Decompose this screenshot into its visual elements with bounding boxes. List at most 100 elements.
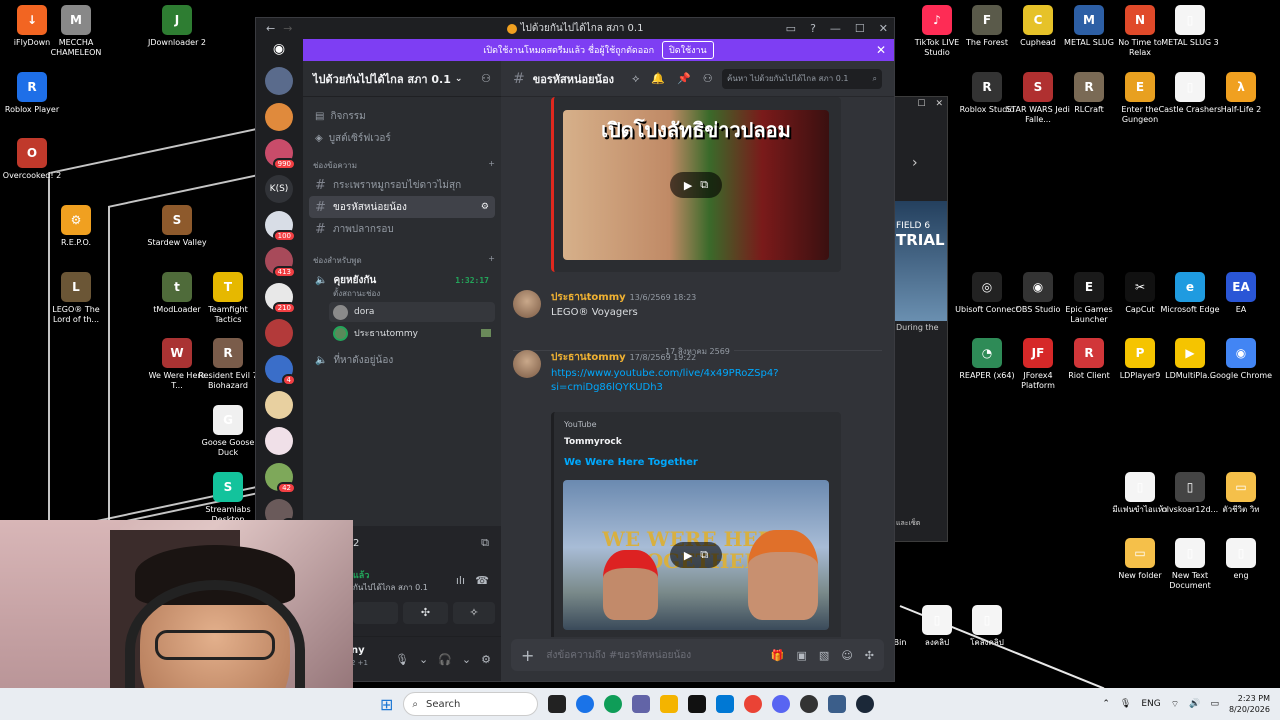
disable-streamer-button[interactable]: ปิดใช้งาน — [662, 41, 714, 59]
channel-item-active[interactable]: # ขอรหัสหน่อยน้อง ⚙ — [309, 196, 495, 218]
server-icon[interactable]: K(S) — [265, 175, 293, 203]
server-icon[interactable]: 990 — [265, 139, 296, 170]
category-text[interactable]: ช่องข้อความ + — [313, 159, 495, 172]
video-thumbnail[interactable]: WE WERE HERE TOGETHER ▶⧉ — [563, 480, 829, 630]
inbox-icon[interactable]: ▭ — [786, 22, 796, 35]
voice-channel[interactable]: 🔈 ที่หาดังอยู่น้อง — [309, 349, 495, 371]
message-link[interactable]: https://www.youtube.com/live/4x49PRoZSp4… — [551, 367, 781, 395]
avatar[interactable] — [513, 290, 541, 318]
tiktok-icon[interactable] — [688, 695, 707, 713]
server-icon[interactable]: 413 — [265, 247, 296, 278]
desktop-icon[interactable]: EA EA — [1209, 272, 1273, 315]
sticker-icon[interactable]: ▧ — [819, 649, 829, 662]
avatar[interactable] — [513, 350, 541, 378]
steam-icon[interactable] — [856, 695, 875, 713]
members-icon[interactable]: ⚇ — [703, 72, 713, 86]
chevron-down-icon[interactable]: ⌄ — [419, 653, 428, 666]
desktop-icon[interactable]: J JDownloader 2 — [145, 5, 209, 48]
gif-icon[interactable]: ▣ — [797, 649, 807, 662]
desktop-icon[interactable]: ▯ METAL SLUG 3 — [1158, 5, 1222, 48]
desktop-icon[interactable]: S Stardew Valley — [145, 205, 209, 248]
volume-icon[interactable]: 🔊 — [1189, 699, 1200, 709]
minimize-icon[interactable]: — — [830, 22, 841, 35]
gift-icon[interactable]: 🎁 — [771, 649, 785, 662]
server-icon[interactable] — [265, 391, 293, 419]
store-icon[interactable] — [716, 695, 735, 713]
channel-item[interactable]: # กระเพราหมูกรอบไข่ดาวไม่สุก — [309, 174, 495, 196]
add-member-icon[interactable]: ⚇ — [481, 72, 491, 85]
desktop-icon[interactable]: T Teamfight Tactics — [196, 272, 260, 325]
voice-user[interactable]: dora — [329, 302, 495, 322]
bell-icon[interactable]: 🔔 — [651, 72, 665, 86]
desktop-icon[interactable]: R Roblox Player — [0, 72, 64, 115]
user-name[interactable]: ny — [351, 645, 365, 656]
channel-item[interactable]: # ภาพปลากรอบ — [309, 218, 495, 240]
voice-channel-path[interactable]: กันไปได้ไกล สภา 0.1 — [353, 581, 428, 594]
close-icon[interactable]: ✕ — [876, 43, 886, 57]
clock[interactable]: 2:23 PM 8/20/2026 — [1229, 693, 1270, 715]
app-icon[interactable] — [828, 695, 847, 713]
settings-icon[interactable]: ⚙ — [481, 202, 489, 212]
chevron-up-icon[interactable]: ⌃ — [1102, 699, 1110, 709]
windows-start-icon[interactable]: ⊞ — [380, 695, 393, 714]
battery-icon[interactable]: ▭ — [1210, 699, 1219, 709]
voice-user[interactable]: ประธานtommy — [329, 323, 495, 343]
desktop-icon[interactable]: SStreamlabs Desktop — [196, 472, 260, 525]
desktop-icon[interactable]: λ Half-Life 2 — [1209, 72, 1273, 115]
discord-home-icon[interactable]: ◉ — [256, 41, 302, 57]
close-icon[interactable]: ✕ — [935, 99, 943, 113]
popout-icon[interactable]: ⧉ — [481, 536, 489, 550]
embed-title[interactable]: We Were Here Together — [554, 447, 841, 468]
server-header[interactable]: ไปด้วยกันไปได้ไกล สภา 0.1 ⌄ ⚇ — [303, 61, 501, 97]
desktop-icon[interactable]: M MECCHA CHAMELEON — [44, 5, 108, 58]
disconnect-icon[interactable]: ☎ — [475, 574, 489, 587]
desktop-icon[interactable]: O Overcooked! 2 — [0, 138, 64, 181]
microphone-icon[interactable]: 🎙 — [1120, 699, 1131, 709]
pin-icon[interactable]: 📌 — [677, 72, 691, 86]
help-icon[interactable]: ? — [810, 22, 816, 35]
server-icon[interactable]: 100 — [265, 211, 296, 242]
desktop-icon[interactable]: R Resident Evil 7 Biohazard — [196, 338, 260, 391]
desktop-icon[interactable]: ▯ eng — [1209, 538, 1273, 581]
server-icon[interactable] — [265, 427, 293, 455]
chrome-icon[interactable] — [744, 695, 763, 713]
play-button[interactable]: ▶ ⧉ — [670, 172, 722, 198]
chevron-down-icon[interactable]: ⌄ — [462, 653, 471, 666]
server-icon[interactable] — [265, 67, 293, 95]
category-voice[interactable]: ช่องสำหรับพูด + — [313, 254, 495, 267]
add-channel-icon[interactable]: + — [488, 254, 495, 267]
taskbar-search[interactable]: ⌕ Search — [403, 692, 539, 716]
server-icon[interactable]: 4 — [265, 355, 296, 386]
video-thumbnail[interactable]: เปิดโปงลัทธิข่าวปลอม ▶ ⧉ — [563, 110, 829, 260]
edge-icon[interactable] — [604, 695, 623, 713]
add-channel-icon[interactable]: + — [488, 159, 495, 172]
obs-icon[interactable] — [800, 695, 819, 713]
desktop-icon[interactable]: ⚙ R.E.P.O. — [44, 205, 108, 248]
server-icon[interactable]: 210 — [265, 283, 296, 314]
activities-button[interactable]: ✣ — [403, 602, 448, 624]
headphones-icon[interactable]: 🎧 — [438, 653, 452, 666]
sidebar-item-events[interactable]: ▤ กิจกรรม — [309, 105, 495, 127]
file-explorer-icon[interactable] — [660, 695, 679, 713]
message-composer[interactable]: + ส่งข้อความถึง #ขอรหัสหน่อยน้อง 🎁 ▣ ▧ ☺… — [511, 639, 884, 671]
teams-icon[interactable] — [632, 695, 651, 713]
attach-plus-icon[interactable]: + — [521, 646, 534, 665]
play-button[interactable]: ▶ ⧉ — [670, 542, 722, 568]
voice-channel[interactable]: 🔈 คุยหยังกัน 1:32:17 — [309, 269, 495, 291]
desktop-icon[interactable]: ▭ ตัวชีวิต วิท — [1209, 472, 1273, 515]
task-view-icon[interactable] — [548, 695, 567, 713]
embed-author[interactable]: Tommyrock — [554, 429, 841, 447]
search-input[interactable]: ค้นหา ไปด้วยกันไปได้ไกล สภา 0.1 ⌕ — [722, 68, 882, 89]
server-icon[interactable] — [265, 103, 293, 131]
threads-icon[interactable]: ⟡ — [632, 72, 639, 86]
sidebar-item-boost[interactable]: ◈ บูสต์เซิร์ฟเวอร์ — [309, 127, 495, 149]
camera-button[interactable] — [353, 602, 398, 624]
microphone-icon[interactable]: 🎙 — [395, 653, 409, 666]
desktop-icon[interactable]: L LEGO® The Lord of th... — [44, 272, 108, 325]
wifi-icon[interactable]: ⌔ — [1171, 699, 1179, 710]
emoji-icon[interactable]: ☺ — [841, 649, 852, 662]
server-icon[interactable]: 42 — [265, 463, 296, 494]
discord-icon[interactable] — [772, 695, 791, 713]
maximize-icon[interactable]: ☐ — [855, 22, 865, 35]
chevron-right-icon[interactable]: › — [894, 155, 947, 171]
